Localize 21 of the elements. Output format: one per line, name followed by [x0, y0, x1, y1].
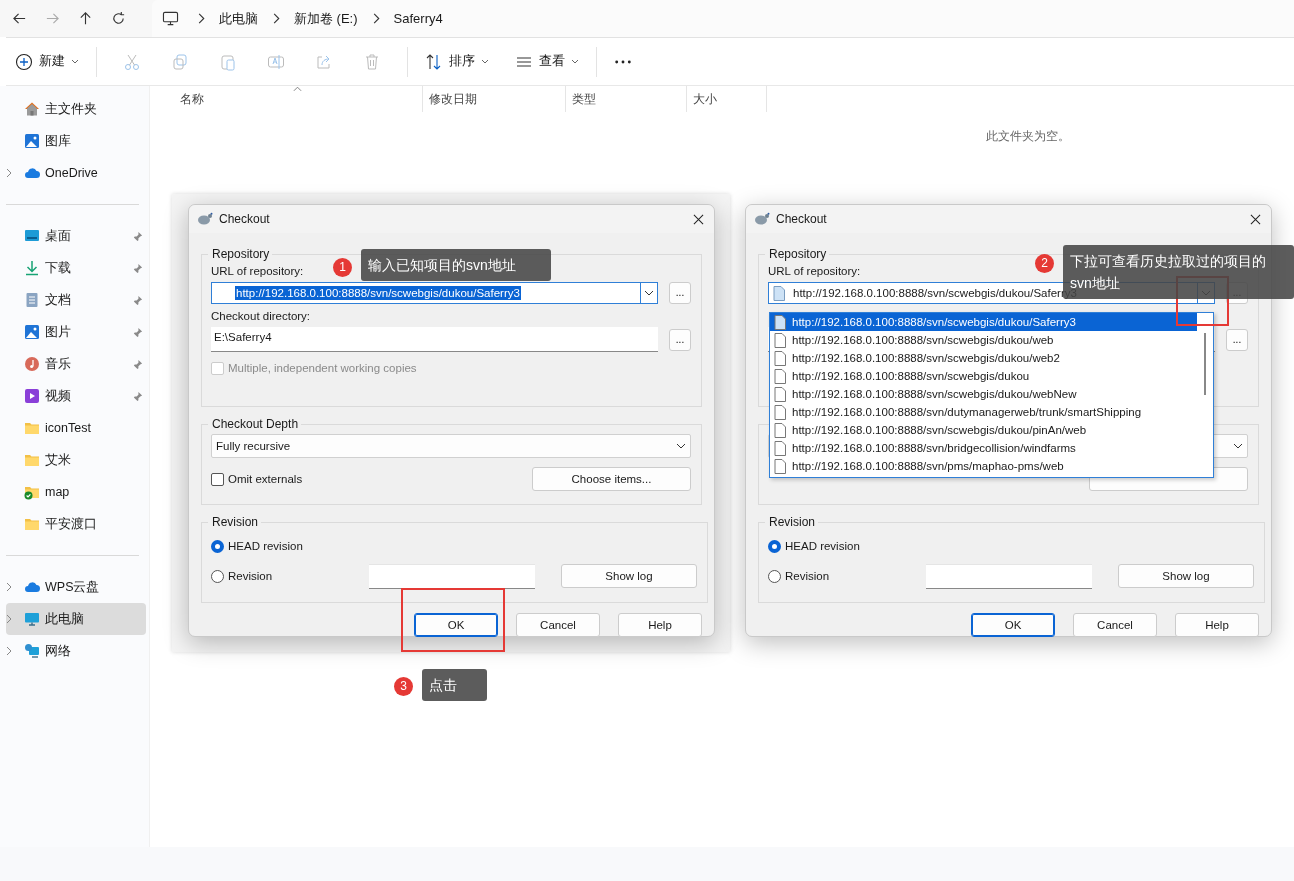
empty-folder-message: 此文件夹为空。 [986, 128, 1070, 145]
radio-label: Revision [785, 570, 831, 582]
field-label: URL of repository: [768, 265, 861, 277]
group-title: Checkout Depth [211, 417, 300, 431]
checkbox-label: Multiple, independent working copies [228, 362, 417, 374]
group-title: Revision [211, 515, 260, 529]
dialog-title: Checkout [776, 212, 828, 226]
step-badge: 3 [394, 677, 413, 696]
group-title: Repository [211, 247, 271, 261]
url-text: http://192.168.0.100:8888/svn/scwebgis/dukou/Saferry3 [235, 286, 521, 300]
group-title: Repository [768, 247, 828, 261]
dialog-title: Checkout [219, 212, 271, 226]
radio-label: Revision [228, 570, 274, 582]
annotation-tooltip: 输入已知项目的svn地址 [361, 249, 551, 281]
field-label: Checkout directory: [211, 310, 311, 322]
group-title: Revision [768, 515, 817, 529]
radio-label: HEAD revision [228, 540, 304, 552]
annotation-tooltip: 点击 [422, 669, 487, 701]
checkbox-label: Omit externals [228, 473, 303, 485]
field-label: URL of repository: [211, 265, 304, 277]
radio-label: HEAD revision [785, 540, 861, 552]
